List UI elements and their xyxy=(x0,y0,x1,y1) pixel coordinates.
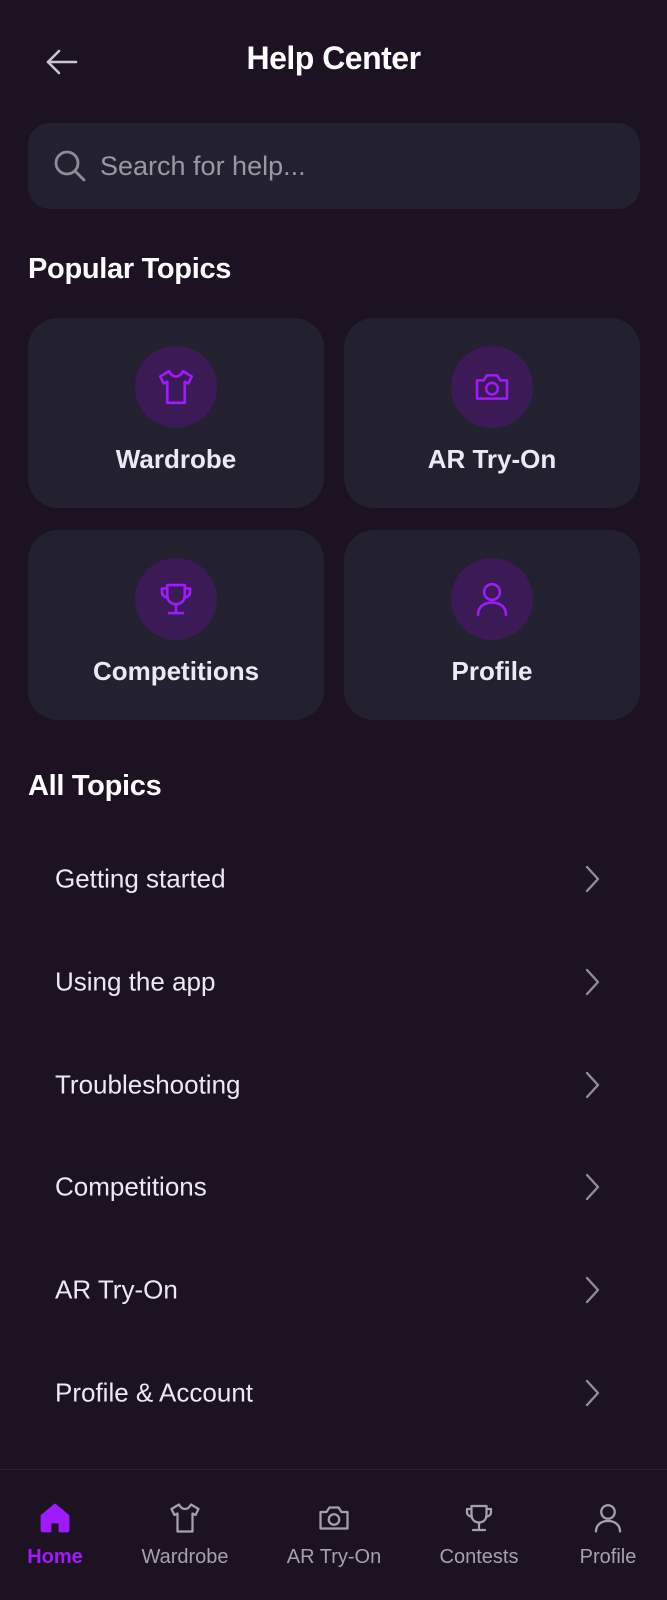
search-input[interactable] xyxy=(100,150,580,182)
topic-row-using-the-app[interactable]: Using the app xyxy=(28,930,640,1033)
topic-label: Profile & Account xyxy=(55,1377,253,1407)
trophy-icon xyxy=(160,583,192,615)
nav-label: Profile xyxy=(579,1546,637,1568)
popular-topics-title: Popular Topics xyxy=(28,253,232,285)
search-icon xyxy=(54,150,86,182)
card-label: Wardrobe xyxy=(115,444,237,474)
home-icon xyxy=(40,1503,70,1533)
trophy-icon xyxy=(465,1504,493,1532)
nav-item-profile[interactable]: Profile xyxy=(553,1500,663,1580)
topic-label: AR Try-On xyxy=(55,1274,178,1304)
user-icon xyxy=(594,1504,622,1533)
topic-row-competitions[interactable]: Competitions xyxy=(28,1135,640,1238)
nav-item-contests[interactable]: Contests xyxy=(424,1500,534,1580)
chevron-right-icon xyxy=(585,865,600,892)
topic-card-competitions[interactable]: Competitions xyxy=(28,530,324,720)
nav-item-wardrobe[interactable]: Wardrobe xyxy=(130,1500,240,1580)
all-topics-title: All Topics xyxy=(28,770,162,802)
chevron-right-icon xyxy=(585,1379,600,1406)
topic-row-getting-started[interactable]: Getting started xyxy=(28,827,640,930)
nav-label: Wardrobe xyxy=(141,1546,229,1568)
topic-card-profile[interactable]: Profile xyxy=(344,530,640,720)
topic-card-ar-try-on[interactable]: AR Try-On xyxy=(344,318,640,508)
shirt-icon xyxy=(170,1503,200,1533)
card-label: Profile xyxy=(451,656,533,686)
topic-row-profile-account[interactable]: Profile & Account xyxy=(28,1341,640,1444)
topic-label: Getting started xyxy=(55,863,226,893)
nav-label: Home xyxy=(27,1546,83,1568)
chevron-right-icon xyxy=(585,1276,600,1303)
chevron-right-icon xyxy=(585,1071,600,1098)
nav-item-home[interactable]: Home xyxy=(0,1500,110,1580)
chevron-right-icon xyxy=(585,968,600,995)
shirt-icon xyxy=(158,369,194,405)
nav-label: Contests xyxy=(439,1546,519,1568)
card-label: Competitions xyxy=(92,656,260,686)
chevron-right-icon xyxy=(585,1173,600,1200)
topic-label: Using the app xyxy=(55,966,216,996)
search-bar[interactable] xyxy=(28,123,640,209)
camera-icon xyxy=(319,1506,349,1530)
bottom-nav: Home Wardrobe AR Try-On Contests Profile xyxy=(0,1469,667,1600)
user-icon xyxy=(476,582,508,617)
page-title: Help Center xyxy=(246,40,421,76)
card-label: AR Try-On xyxy=(427,444,557,474)
camera-icon xyxy=(475,374,509,400)
topic-row-troubleshooting[interactable]: Troubleshooting xyxy=(28,1033,640,1136)
topic-label: Competitions xyxy=(55,1171,207,1201)
topic-card-wardrobe[interactable]: Wardrobe xyxy=(28,318,324,508)
topic-label: Troubleshooting xyxy=(55,1069,241,1099)
nav-label: AR Try-On xyxy=(286,1546,382,1568)
header: Help Center xyxy=(0,0,667,124)
nav-item-ar-try-on[interactable]: AR Try-On xyxy=(279,1500,389,1580)
topic-row-ar-try-on[interactable]: AR Try-On xyxy=(28,1238,640,1341)
